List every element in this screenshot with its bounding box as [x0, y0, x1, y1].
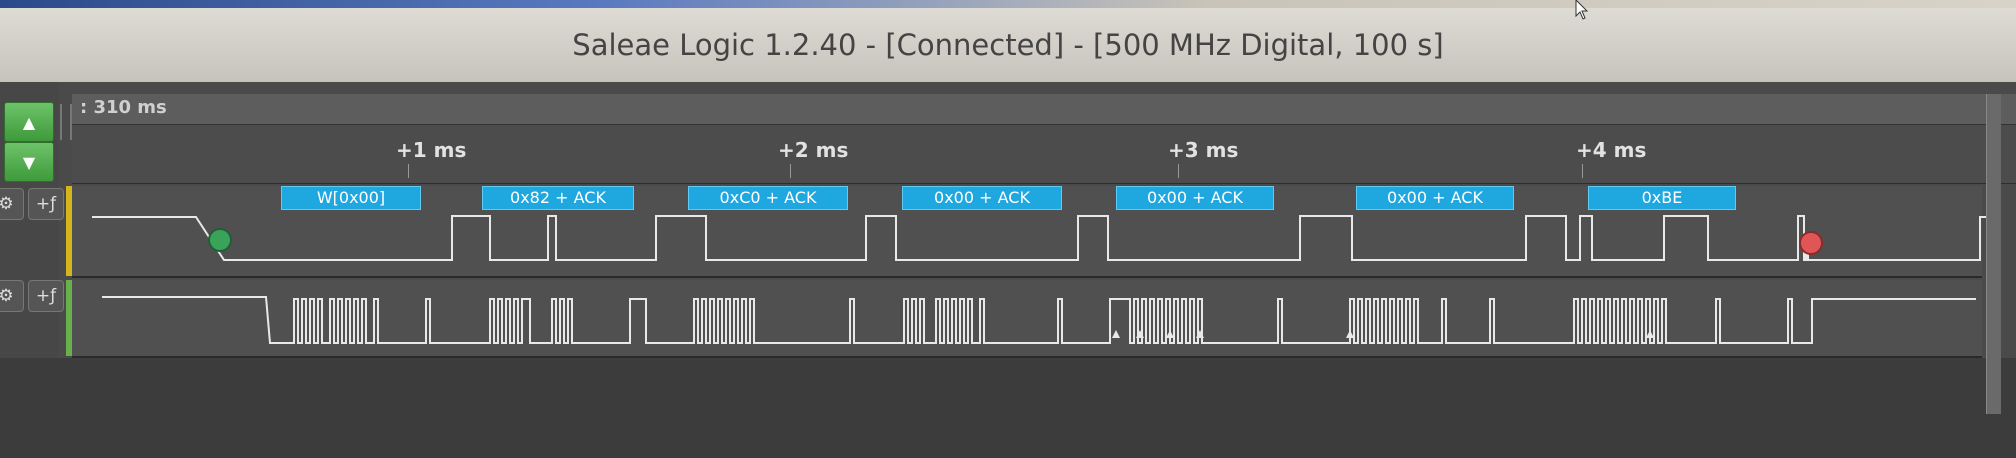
channel-1-waveform [102, 296, 1976, 344]
i2c-stop-marker [1799, 231, 1823, 255]
channel-0-waveform [92, 215, 1990, 261]
bottom-area [0, 358, 2016, 458]
vertical-scrollbar[interactable] [1986, 94, 2001, 414]
i2c-start-marker [208, 228, 232, 252]
